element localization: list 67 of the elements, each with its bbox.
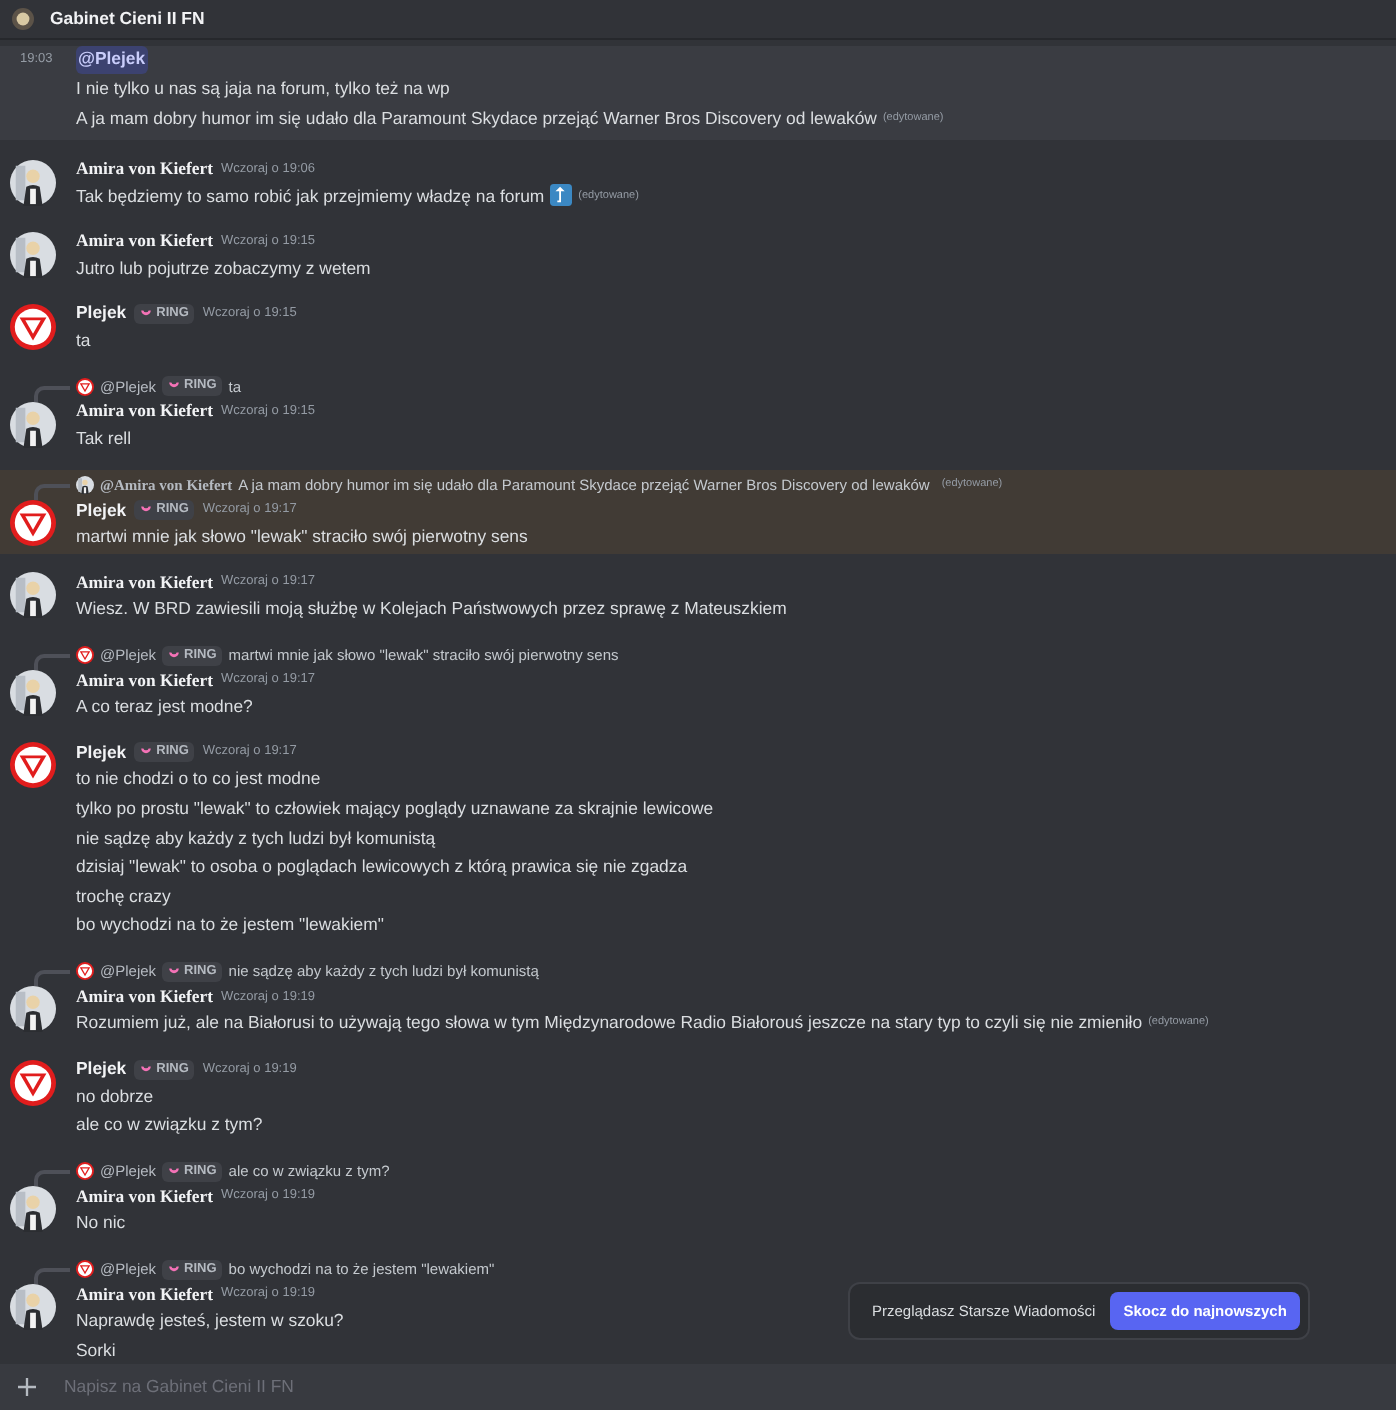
message-text: nie sądzę aby każdy z tych ludzi był komunistą [76,825,436,852]
author-name[interactable]: Amira von Kiefert [76,569,214,596]
crescent-icon [140,746,153,759]
message-text: tylko po prostu "lewak" to człowiek mający poglądy uznawane za skrajnie lewicowe [76,795,714,822]
author-name[interactable]: Amira von Kiefert [76,398,214,425]
author-name[interactable]: Plejek [76,1055,127,1083]
stop-sign-avatar [76,377,94,396]
message-text: Sorki [76,1337,116,1364]
person-avatar [76,476,94,495]
stop-sign-avatar [10,1059,56,1105]
message-text: martwi mnie jak słowo "lewak" straciło swój pierwotny sens [76,524,528,551]
person-avatar [10,986,56,1033]
message-text: A co teraz jest modne? [76,694,253,721]
author-name[interactable]: Plejek [76,739,127,766]
arrow-emoji-icon [550,184,573,207]
crescent-icon [168,1263,181,1276]
author-name[interactable]: Plejek [76,300,127,327]
message-text: A ja mam dobry humor im się udało dla Paramount Skydace przejąć Warner Bros Discovery od lewaków [76,105,877,132]
stop-sign-avatar [10,303,56,350]
message-text: dzisiaj "lewak" to osoba o poglądach lewicowych z którą prawica się nie zgadza [76,854,688,881]
message-text: Jutro lub pojutrze zobaczymy z wetem [76,255,371,282]
stop-sign-avatar [76,1260,94,1279]
crescent-icon [140,504,153,517]
person-avatar [10,1284,56,1331]
person-avatar [10,1186,56,1233]
stop-sign-avatar [10,500,56,547]
crescent-icon [168,1165,181,1178]
message-text: ta [76,327,91,354]
message-text: Wiesz. W BRD zawiesili moją służbę w Kolejach Państwowych przez sprawę z Mateuszkiem [76,596,787,623]
channel-title: Gabinet Cieni II FN [50,5,205,32]
message-text: Rozumiem już, ale na Białorusi to używają tego słowa w tym Międzynarodowe Radio Białorouś jeszcze na stary typ to czyli się nie zmieniło [76,1010,1143,1037]
author-name[interactable]: Plejek [76,497,127,524]
plus-icon[interactable] [18,1378,36,1396]
message-text: Tak rell [76,425,132,452]
crescent-icon [168,965,181,978]
crescent-icon [140,1063,153,1075]
stop-sign-avatar [76,962,94,981]
message-text: Tak będziemy to samo robić jak przejmiemy władzę na forum [76,183,545,210]
stop-sign-avatar [76,1162,94,1181]
message-text: Naprawdę jesteś, jestem w szoku? [76,1308,344,1335]
person-avatar [10,401,56,448]
message-text: no dobrze [76,1083,154,1109]
crescent-icon [140,307,153,320]
author-name[interactable]: Amira von Kiefert [76,667,214,694]
stop-sign-avatar [76,646,94,665]
message-text: ale co w związku z tym? [76,1112,263,1139]
author-name[interactable]: Amira von Kiefert [76,983,214,1010]
message-text: I nie tylko u nas są jaja na forum, tylko też na wp [76,76,450,102]
author-name[interactable]: Amira von Kiefert [76,1281,214,1308]
user-mention[interactable]: @Plejek [76,46,148,74]
server-icon [12,8,34,30]
message-text: to nie chodzi o to co jest modne [76,766,321,793]
message-input[interactable]: Napisz na Gabinet Cieni II FN [64,1373,1378,1401]
author-name[interactable]: Amira von Kiefert [76,156,214,183]
author-name[interactable]: Amira von Kiefert [76,1183,214,1210]
message-text: trochę crazy [76,883,171,910]
author-name[interactable]: Amira von Kiefert [76,228,214,255]
message-text: bo wychodzi na to że jestem "lewakiem" [76,912,384,939]
message-text: No nic [76,1210,126,1237]
person-avatar [10,572,56,619]
stop-sign-avatar [10,742,56,789]
crescent-icon [168,649,181,662]
message-composer[interactable]: Napisz na Gabinet Cieni II FN [0,1364,1396,1410]
person-avatar [10,670,56,717]
person-avatar [10,159,56,206]
crescent-icon [168,380,181,393]
person-avatar [10,231,56,278]
